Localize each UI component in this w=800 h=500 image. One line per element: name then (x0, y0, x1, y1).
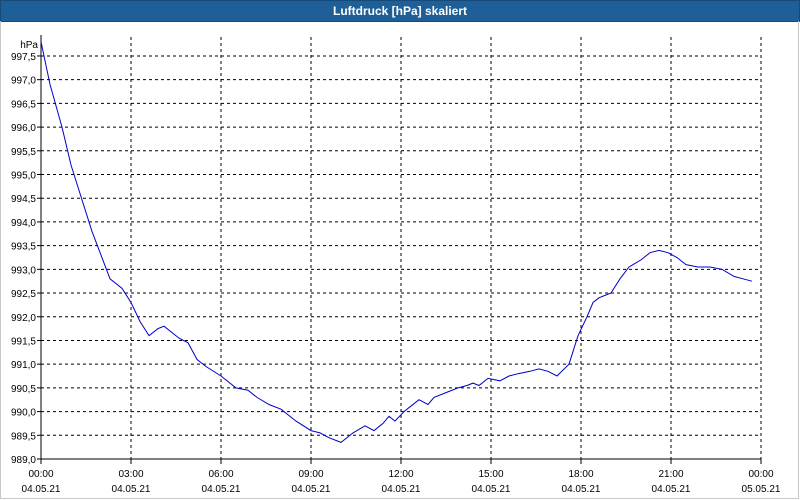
x-tick-time: 12:00 (388, 469, 413, 480)
y-tick-label: 994,5 (11, 194, 36, 205)
x-tick-date: 05.05.21 (742, 484, 781, 495)
x-tick-time: 18:00 (568, 469, 593, 480)
x-tick-date: 04.05.21 (652, 484, 691, 495)
x-tick-time: 09:00 (298, 469, 323, 480)
y-tick-label: 993,5 (11, 242, 36, 253)
x-tick-time: 21:00 (658, 469, 683, 480)
y-tick-label: 993,0 (11, 265, 36, 276)
x-tick-date: 04.05.21 (472, 484, 511, 495)
y-tick-label: 990,0 (11, 408, 36, 419)
y-axis-unit-label: hPa (20, 40, 38, 51)
chart-frame: 989,0 989,5 990,0 990,5 991,0 991,5 992,0 992,5… (0, 21, 799, 499)
y-tick-label: 992,5 (11, 289, 36, 300)
y-tick-label: 995,0 (11, 171, 36, 182)
y-tick-label: 989,0 (11, 455, 36, 466)
y-tick-label: 990,5 (11, 384, 36, 395)
y-tick-label: 991,0 (11, 360, 36, 371)
x-tick-date: 04.05.21 (382, 484, 421, 495)
x-tick-time: 06:00 (208, 469, 233, 480)
y-tick-label: 995,5 (11, 147, 36, 158)
line-chart: 989,0 989,5 990,0 990,5 991,0 991,5 992,0 992,5… (11, 35, 781, 495)
x-tick-date: 04.05.21 (202, 484, 241, 495)
chart-title: Luftdruck [hPa] skaliert (0, 0, 800, 22)
x-tick-time: 00:00 (748, 469, 773, 480)
x-tick-date: 04.05.21 (112, 484, 151, 495)
y-tick-label: 989,5 (11, 431, 36, 442)
y-tick-label: 994,0 (11, 218, 36, 229)
x-tick-date: 04.05.21 (22, 484, 61, 495)
x-tick-date: 04.05.21 (292, 484, 331, 495)
x-tick-time: 03:00 (118, 469, 143, 480)
x-tick-time: 00:00 (28, 469, 53, 480)
y-tick-label: 997,5 (11, 52, 36, 63)
y-tick-label: 996,0 (11, 123, 36, 134)
y-tick-label: 996,5 (11, 99, 36, 110)
y-tick-label: 991,5 (11, 336, 36, 347)
x-tick-time: 15:00 (478, 469, 503, 480)
y-tick-label: 992,0 (11, 313, 36, 324)
y-tick-label: 997,0 (11, 76, 36, 87)
x-tick-date: 04.05.21 (562, 484, 601, 495)
